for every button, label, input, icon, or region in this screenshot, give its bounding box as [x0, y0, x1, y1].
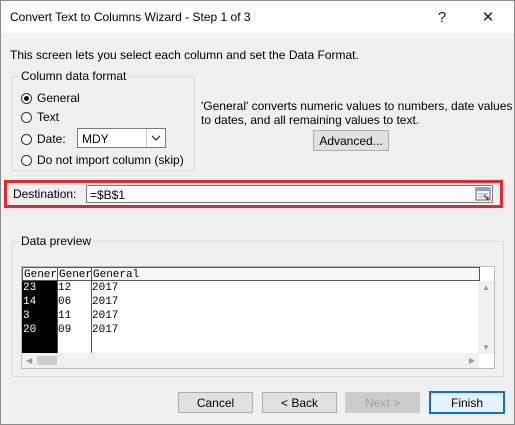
radio-label: General [37, 91, 80, 105]
scroll-right-icon[interactable]: ▶ [469, 356, 475, 365]
column-body[interactable]: 2017 2017 2017 2017 [91, 281, 480, 356]
preview-column-3[interactable]: General 2017 2017 2017 2017 [91, 267, 480, 356]
preview-column-2[interactable]: Gener 12 06 11 09 [57, 267, 92, 356]
radio-skip[interactable]: Do not import column (skip) [21, 153, 184, 167]
preview-column-1[interactable]: Gener 23 14 3 20 [22, 267, 58, 356]
vertical-scrollbar[interactable]: ▲ ▼ [478, 281, 494, 354]
preview-cell: 11 [58, 310, 72, 322]
preview-cell: 09 [58, 324, 72, 336]
wizard-dialog: Convert Text to Columns Wizard - Step 1 … [0, 0, 515, 425]
help-icon[interactable]: ? [419, 1, 465, 33]
column-body[interactable]: 23 14 3 20 [22, 281, 58, 356]
date-format-select[interactable]: MDY [77, 128, 166, 148]
preview-cell: 14 [23, 296, 37, 308]
preview-cell: 23 [23, 282, 37, 294]
destination-input[interactable]: =$B$1 [86, 185, 493, 203]
preview-cell: 2017 [92, 324, 119, 336]
finish-button[interactable]: Finish [429, 391, 505, 414]
close-icon[interactable]: ✕ [465, 1, 511, 33]
chevron-down-icon[interactable] [146, 129, 165, 147]
scrollbar-thumb[interactable] [37, 356, 57, 365]
destination-label: Destination: [13, 187, 77, 201]
group-legend: Column data format [19, 69, 129, 83]
instructions-text: This screen lets you select each column … [10, 48, 359, 62]
radio-text[interactable]: Text [21, 110, 59, 124]
radio-button-checked[interactable] [21, 92, 32, 104]
column-data-format-group: Column data format General Text Date: MD… [12, 69, 195, 171]
destination-value: =$B$1 [90, 188, 126, 202]
back-button[interactable]: < Back [262, 392, 337, 413]
radio-date[interactable]: Date: [21, 132, 66, 146]
scroll-up-icon[interactable]: ▲ [482, 283, 490, 292]
format-info-line-1: 'General' converts numeric values to num… [201, 99, 513, 113]
data-preview-group: Data preview Gener 23 14 3 20 Gener 12 0… [12, 234, 504, 377]
preview-cell: 12 [58, 282, 72, 294]
destination-row: Destination: =$B$1 [4, 180, 503, 208]
radio-button[interactable] [21, 133, 32, 145]
column-body[interactable]: 12 06 11 09 [57, 281, 92, 356]
radio-button[interactable] [21, 154, 32, 166]
radio-label: Text [37, 110, 60, 124]
data-preview-grid[interactable]: Gener 23 14 3 20 Gener 12 06 11 09 Gener… [21, 266, 495, 369]
horizontal-scrollbar[interactable]: ◀ ▶ [22, 353, 479, 368]
next-button[interactable]: Next > [345, 392, 420, 413]
collapse-dialog-icon[interactable] [475, 187, 491, 201]
preview-cell: 3 [23, 310, 30, 322]
preview-cell: 2017 [92, 296, 119, 308]
format-info-line-2: to dates, and all remaining values to te… [201, 113, 420, 127]
scroll-down-icon[interactable]: ▼ [482, 343, 490, 352]
radio-button[interactable] [21, 111, 32, 123]
dialog-title: Convert Text to Columns Wizard - Step 1 … [10, 10, 251, 24]
preview-cell: 20 [23, 324, 37, 336]
column-header[interactable]: Gener [57, 267, 92, 281]
advanced-button[interactable]: Advanced... [313, 130, 389, 151]
radio-label: Date: [37, 132, 66, 146]
group-legend: Data preview [19, 234, 94, 248]
preview-cell: 2017 [92, 282, 119, 294]
preview-cell: 2017 [92, 310, 119, 322]
date-format-value: MDY [82, 132, 109, 146]
cancel-button[interactable]: Cancel [178, 392, 253, 413]
radio-general[interactable]: General [21, 91, 80, 105]
column-header[interactable]: General [91, 267, 480, 281]
scroll-left-icon[interactable]: ◀ [26, 356, 32, 365]
title-bar: Convert Text to Columns Wizard - Step 1 … [1, 1, 514, 33]
radio-label: Do not import column (skip) [37, 153, 184, 167]
preview-cell: 06 [58, 296, 72, 308]
column-header[interactable]: Gener [22, 267, 58, 281]
